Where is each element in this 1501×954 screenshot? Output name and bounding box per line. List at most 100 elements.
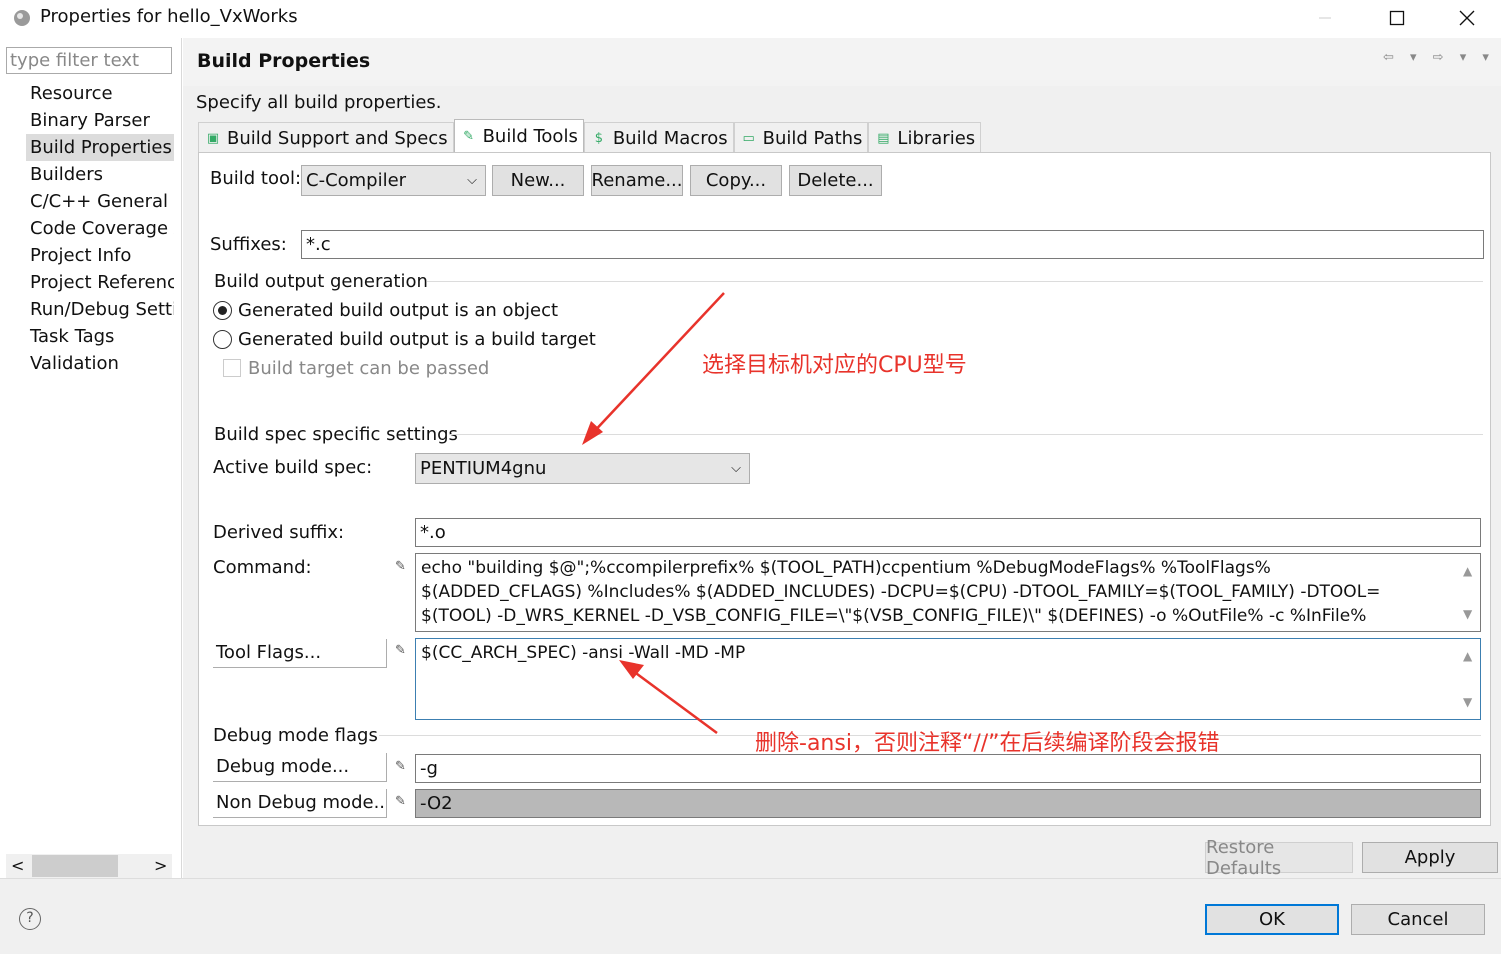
debug-group-title: Debug mode flags: [213, 725, 378, 746]
ansi-annotation: 删除-ansi，否则注释“//”在后续编译阶段会报错: [755, 731, 1220, 756]
rename-tool-button[interactable]: Rename...: [591, 165, 683, 196]
radio-output-target-label[interactable]: Generated build output is a build target: [238, 329, 596, 350]
build-output-group-title: Build output generation: [214, 271, 428, 292]
active-build-spec-value: PENTIUM4gnu: [420, 458, 547, 479]
close-button[interactable]: [1432, 0, 1501, 36]
new-tool-button[interactable]: New...: [492, 165, 584, 196]
sidebar-item-run-debug-setti[interactable]: Run/Debug Setti: [26, 296, 174, 323]
tab-label: Build Tools: [482, 126, 578, 147]
pencil-icon[interactable]: ✎: [395, 559, 406, 574]
sidebar-item-project-reference[interactable]: Project Reference: [26, 269, 174, 296]
cpu-annotation: 选择目标机对应的CPU型号: [702, 353, 967, 378]
filter-input[interactable]: [6, 47, 172, 74]
build-tool-select[interactable]: C-Compiler ⌵: [301, 165, 486, 196]
apply-button[interactable]: Apply: [1362, 842, 1498, 873]
active-build-spec-select[interactable]: PENTIUM4gnu ⌵: [415, 453, 750, 484]
property-nav-pane: ResourceBinary ParserBuild PropertiesBui…: [0, 38, 182, 878]
scroll-up-icon[interactable]: ▲: [1463, 644, 1472, 668]
command-line-3: $(TOOL) -D_WRS_KERNEL -D_VSB_CONFIG_FILE…: [421, 606, 1367, 626]
sidebar-item-code-coverage-a[interactable]: Code Coverage A: [26, 215, 174, 242]
derived-suffix-label: Derived suffix:: [213, 522, 345, 543]
command-scrollbar[interactable]: ▲ ▼: [1457, 555, 1479, 630]
sidebar-item-binary-parser[interactable]: Binary Parser: [26, 107, 174, 134]
tab-label: Libraries: [897, 127, 976, 149]
tab-build-paths[interactable]: ▭ Build Paths: [733, 122, 869, 153]
page-header: Build Properties ⇦ ▾ ⇨ ▾ ▾: [183, 38, 1501, 86]
sidebar-item-resource[interactable]: Resource: [26, 80, 174, 107]
radio-output-object-label[interactable]: Generated build output is an object: [238, 300, 558, 321]
title-bar: Properties for hello_VxWorks: [0, 0, 1501, 38]
suffixes-input[interactable]: *.c: [301, 230, 1484, 259]
debug-mode-button[interactable]: Debug mode...: [213, 753, 387, 782]
tool-flags-textarea[interactable]: $(CC_ARCH_SPEC) -ansi -Wall -MD -MP ▲ ▼: [415, 638, 1481, 720]
tab-label: Build Paths: [762, 127, 863, 149]
build-tools-panel: Build tool: C-Compiler ⌵ New... Rename..…: [198, 152, 1491, 826]
scroll-thumb[interactable]: [32, 855, 118, 877]
command-line-2: $(ADDED_CFLAGS) %Includes% $(ADDED_INCLU…: [421, 582, 1381, 602]
command-label: Command:: [213, 557, 312, 578]
tab-build-tools[interactable]: ✎ Build Tools: [453, 119, 584, 153]
group-divider: [427, 281, 1483, 282]
scroll-down-icon[interactable]: ▼: [1463, 690, 1472, 714]
scroll-left-icon[interactable]: <: [11, 856, 24, 875]
sidebar-item-validation[interactable]: Validation: [26, 350, 174, 377]
scroll-right-icon[interactable]: >: [154, 856, 167, 875]
build-paths-icon: ▭: [742, 130, 755, 146]
nav-horizontal-scrollbar[interactable]: < >: [6, 854, 172, 878]
non-debug-mode-button[interactable]: Non Debug mode...: [213, 789, 387, 818]
restore-defaults-button[interactable]: Restore Defaults: [1205, 837, 1353, 879]
ok-button[interactable]: OK: [1205, 904, 1339, 935]
history-nav-arrows[interactable]: ⇦ ▾ ⇨ ▾ ▾: [1383, 50, 1495, 65]
derived-suffix-input[interactable]: *.o: [415, 518, 1481, 547]
sidebar-item-project-info[interactable]: Project Info: [26, 242, 174, 269]
pencil-icon[interactable]: ✎: [395, 794, 406, 809]
minimize-icon: [1319, 17, 1331, 19]
tab-bar: ▣ Build Support and Specs ✎ Build Tools $ Bui…: [198, 119, 982, 153]
sidebar-item-build-properties[interactable]: Build Properties: [26, 134, 174, 161]
tab-libraries[interactable]: ▤ Libraries: [868, 122, 982, 153]
scroll-down-icon[interactable]: ▼: [1463, 602, 1472, 626]
tool-flags-scrollbar[interactable]: ▲ ▼: [1457, 640, 1479, 718]
pencil-icon[interactable]: ✎: [395, 759, 406, 774]
build-tools-icon: ✎: [463, 129, 475, 144]
tab-build-support-and-specs[interactable]: ▣ Build Support and Specs: [198, 122, 454, 153]
maximize-icon: [1389, 10, 1405, 26]
command-textarea[interactable]: echo "building $@";%ccompilerprefix% $(T…: [415, 553, 1481, 632]
scroll-up-icon[interactable]: ▲: [1463, 559, 1472, 583]
checkbox-target-passed[interactable]: [223, 359, 241, 377]
dialog-footer: ? OK Cancel: [0, 878, 1501, 954]
app-icon: [14, 10, 30, 26]
build-spec-group-title: Build spec specific settings: [214, 424, 458, 445]
build-tool-value: C-Compiler: [306, 170, 407, 191]
tab-label: Build Macros: [612, 127, 728, 149]
pencil-icon[interactable]: ✎: [395, 643, 406, 658]
minimize-button[interactable]: [1290, 0, 1360, 36]
group-divider: [449, 434, 1483, 435]
maximize-button[interactable]: [1362, 0, 1432, 36]
debug-mode-input[interactable]: -g: [415, 754, 1481, 783]
properties-page: Build Properties ⇦ ▾ ⇨ ▾ ▾ Specify all b…: [183, 38, 1501, 879]
command-line-1: echo "building $@";%ccompilerprefix% $(T…: [421, 558, 1271, 578]
chevron-down-icon: ⌵: [467, 173, 477, 188]
non-debug-mode-input[interactable]: -O2: [415, 789, 1481, 818]
suffixes-label: Suffixes:: [210, 234, 287, 255]
sidebar-item-c-c-general[interactable]: C/C++ General: [26, 188, 174, 215]
sidebar-item-builders[interactable]: Builders: [26, 161, 174, 188]
page-description: Specify all build properties.: [196, 92, 442, 113]
cancel-button[interactable]: Cancel: [1351, 904, 1485, 935]
radio-output-target[interactable]: [213, 330, 232, 349]
tab-build-macros[interactable]: $ Build Macros: [583, 122, 734, 153]
build-tool-label: Build tool:: [210, 168, 302, 189]
tool-flags-button[interactable]: Tool Flags...: [213, 639, 387, 668]
page-title: Build Properties: [197, 50, 371, 72]
tool-flags-value: $(CC_ARCH_SPEC) -ansi -Wall -MD -MP: [421, 643, 746, 663]
sidebar-item-task-tags[interactable]: Task Tags: [26, 323, 174, 350]
property-nav-list: Resource Binary Parser Build Properties Bui…: [26, 80, 174, 377]
build-support-icon: ▣: [206, 130, 220, 146]
build-macros-icon: $: [594, 130, 603, 146]
delete-tool-button[interactable]: Delete...: [789, 165, 882, 196]
close-icon: [1459, 10, 1475, 26]
radio-output-object[interactable]: [213, 301, 232, 320]
help-icon[interactable]: ?: [19, 908, 41, 930]
copy-tool-button[interactable]: Copy...: [690, 165, 782, 196]
